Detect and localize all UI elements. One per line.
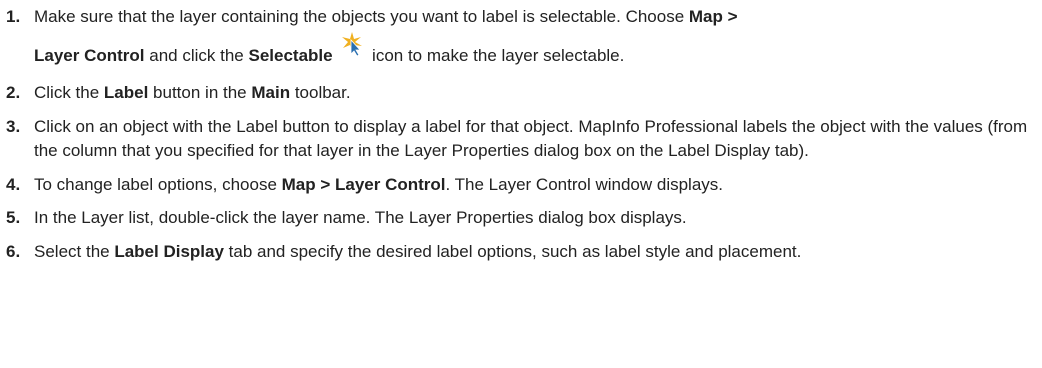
step-number: 6. (6, 242, 21, 261)
instruction-steps: 1. Make sure that the layer containing t… (0, 0, 1042, 264)
step-number: 4. (6, 175, 21, 194)
step-text: In the Layer list, double-click the laye… (34, 208, 687, 227)
step-text: button in the (148, 83, 252, 102)
label-button-text: Label (103, 83, 149, 102)
step-text: . The Layer Control window displays. (445, 175, 724, 194)
step-text: Click on an object with the Label button… (34, 117, 1028, 160)
menu-item-layer-control: Layer Control (34, 46, 145, 65)
step-number: 1. (6, 7, 21, 26)
step-text: icon to make the layer selectable. (367, 46, 625, 65)
menu-path-layer-control: Map > Layer Control (281, 175, 446, 194)
step-text: and click the (144, 46, 249, 65)
step-2: 2. Click the Label button in the Main to… (6, 82, 1042, 104)
step-text: toolbar. (290, 83, 351, 102)
step-3: 3. Click on an object with the Label but… (6, 115, 1039, 163)
step-5: 5. In the Layer list, double-click the l… (6, 207, 1042, 229)
label-display-tab-text: Label Display (114, 242, 224, 261)
step-6: 6. Select the Label Display tab and spec… (6, 240, 1039, 264)
step-number: 5. (6, 208, 21, 227)
selectable-label: Selectable (248, 46, 333, 65)
step-4: 4. To change label options, choose Map >… (6, 174, 1042, 196)
step-1-line-2: Layer Control and click the Selectable i… (34, 32, 1042, 71)
step-text: To change label options, choose (34, 175, 282, 194)
step-text: Click the (34, 83, 104, 102)
step-text: tab and specify the desired label option… (223, 242, 802, 261)
step-1: 1. Make sure that the layer containing t… (6, 6, 1042, 71)
step-text: Make sure that the layer containing the … (34, 7, 689, 26)
step-text: Select the (34, 242, 115, 261)
menu-path-map: Map > (688, 7, 738, 26)
step-number: 2. (6, 83, 21, 102)
step-number: 3. (6, 117, 21, 136)
selectable-icon (341, 32, 363, 62)
main-toolbar-text: Main (251, 83, 291, 102)
